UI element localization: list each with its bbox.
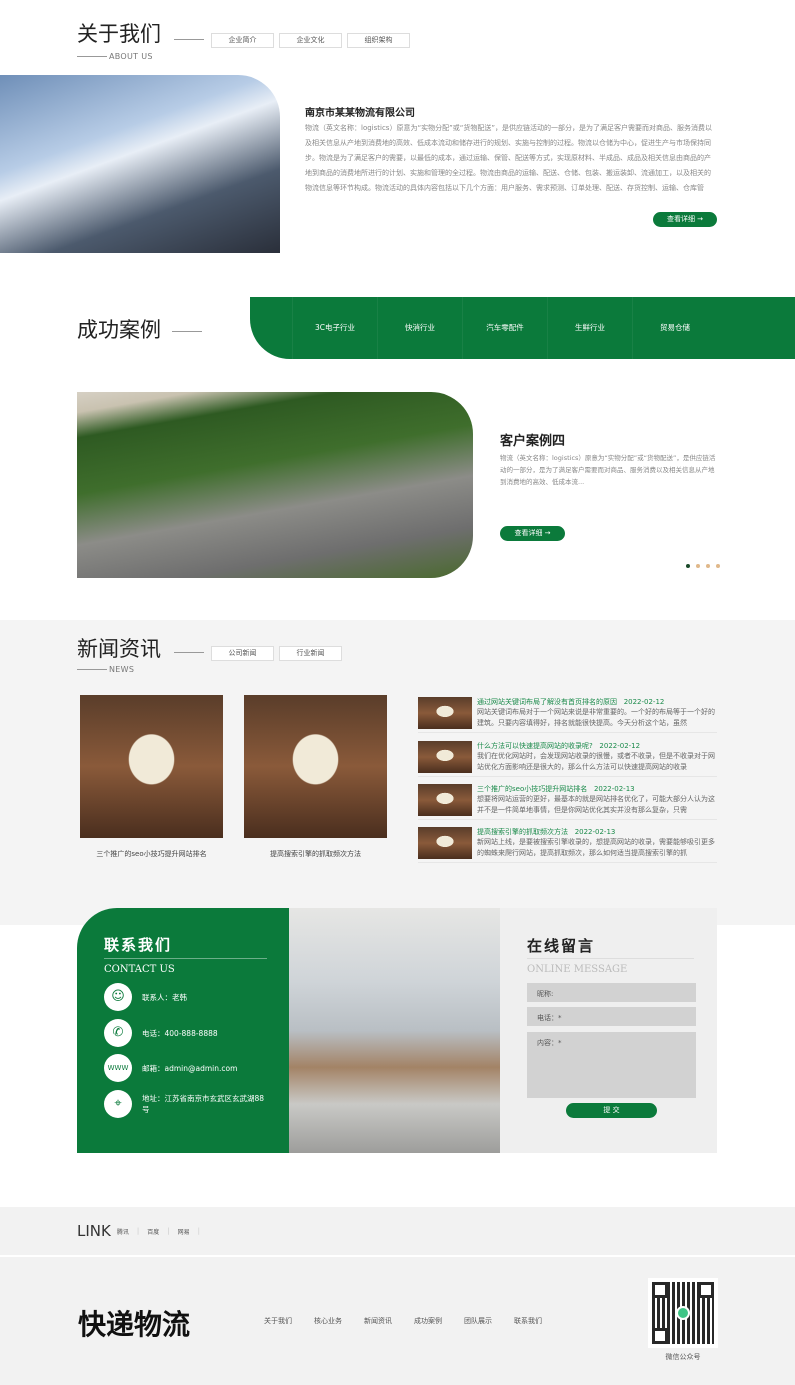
links-title: LINK xyxy=(77,1222,111,1240)
case-category-auto[interactable]: 汽车零配件 xyxy=(462,297,547,359)
tab-industry-news[interactable]: 行业新闻 xyxy=(279,646,342,661)
news-thumbnail xyxy=(418,784,472,816)
about-subtitle: ABOUT US xyxy=(109,52,153,61)
link-tencent[interactable]: 腾讯 xyxy=(117,1227,129,1236)
slider-dot[interactable] xyxy=(716,564,720,568)
slider-dot[interactable] xyxy=(706,564,710,568)
web-icon: WWW xyxy=(104,1054,132,1082)
news-card-caption[interactable]: 提高搜索引擎的抓取频次方法 xyxy=(244,849,387,859)
footer-nav-business[interactable]: 核心业务 xyxy=(314,1316,342,1326)
news-thumbnail xyxy=(418,697,472,729)
news-item-desc: 网站关键词布局对于一个网站来说是非常重要的。一个好的布局等于一个好的建筑。只要内… xyxy=(477,708,715,727)
footer-nav-news[interactable]: 新闻资讯 xyxy=(364,1316,392,1326)
message-subtitle: ONLINE MESSAGE xyxy=(527,964,628,975)
about-title: 关于我们 xyxy=(77,22,161,46)
news-card-image[interactable] xyxy=(244,695,387,838)
case-category-fmcg[interactable]: 快消行业 xyxy=(377,297,462,359)
about-image xyxy=(0,75,280,253)
phone-icon: ✆ xyxy=(104,1019,132,1047)
divider xyxy=(174,39,204,40)
submit-button[interactable]: 提 交 xyxy=(566,1103,657,1118)
news-list-item[interactable]: 提高搜索引擎的抓取频次方法 2022-02-13 新网站上线，是要被搜索引擎收录… xyxy=(418,827,717,863)
slider-dot-active[interactable] xyxy=(686,564,690,568)
tab-org-structure[interactable]: 组织架构 xyxy=(347,33,410,48)
footer-nav-contact[interactable]: 联系我们 xyxy=(514,1316,542,1326)
news-card-image[interactable] xyxy=(80,695,223,838)
news-thumbnail xyxy=(418,741,472,773)
news-item-desc: 我们在优化网站时，会发现网站收录的很慢，或者不收录，但是不收录对于网站优化方面影… xyxy=(477,752,715,771)
tab-company-news[interactable]: 公司新闻 xyxy=(211,646,274,661)
news-item-desc: 新网站上线，是要被搜索引擎收录的，想提高网站的收录，需要能够吸引更多的蜘蛛来爬行… xyxy=(477,838,715,857)
footer-nav: 关于我们 核心业务 新闻资讯 成功案例 团队展示 联系我们 xyxy=(264,1316,564,1326)
slider-dot[interactable] xyxy=(696,564,700,568)
tab-company-culture[interactable]: 企业文化 xyxy=(279,33,342,48)
news-item-desc: 想要将网站运营的更好，最基本的就是网站排名优化了，可能大部分人认为这并不是一件简… xyxy=(477,795,715,814)
footer-nav-team[interactable]: 团队展示 xyxy=(464,1316,492,1326)
nickname-input[interactable]: 昵称: xyxy=(527,983,696,1002)
case-more-button[interactable]: 查看详细 → xyxy=(500,526,565,541)
phone-input[interactable]: 电话：* xyxy=(527,1007,696,1026)
footer-nav-about[interactable]: 关于我们 xyxy=(264,1316,292,1326)
office-image xyxy=(289,908,500,1153)
divider xyxy=(174,652,204,653)
divider xyxy=(77,669,107,670)
person-icon: ☺ xyxy=(104,983,132,1011)
about-more-button[interactable]: 查看详细 → xyxy=(653,212,717,227)
case-title: 客户案例四 xyxy=(500,434,566,449)
content-textarea[interactable]: 内容：* xyxy=(527,1032,696,1098)
divider xyxy=(104,958,267,959)
footer-nav-cases[interactable]: 成功案例 xyxy=(414,1316,442,1326)
contact-title: 联系我们 xyxy=(104,936,173,954)
news-item-title[interactable]: 通过网站关键词布局了解没有首页排名的原因 2022-02-12 xyxy=(477,697,664,707)
news-item-title[interactable]: 什么方法可以快速提高网站的收录呢? 2022-02-12 xyxy=(477,741,640,751)
company-name: 南京市某某物流有限公司 xyxy=(305,108,415,119)
case-category-3c[interactable]: 3C电子行业 xyxy=(292,297,377,359)
case-text: 物流（英文名称：logistics）原意为“实物分配”或“货物配送”，是供应链活… xyxy=(500,454,716,486)
divider xyxy=(77,56,107,57)
about-text: 物流（英文名称：logistics）原意为“实物分配”或“货物配送”，是供应链活… xyxy=(305,124,712,192)
news-title: 新闻资讯 xyxy=(77,637,161,661)
contact-phone: 电话：400-888-8888 xyxy=(142,1029,218,1038)
case-category-bar: 3C电子行业 快消行业 汽车零配件 生鲜行业 贸易仓储 xyxy=(250,297,795,359)
case-image xyxy=(77,392,473,578)
news-list-item[interactable]: 通过网站关键词布局了解没有首页排名的原因 2022-02-12 网站关键词布局对… xyxy=(418,697,717,733)
slider-dots xyxy=(686,564,720,568)
contact-email: 邮箱：admin@admin.com xyxy=(142,1064,238,1073)
case-category-fresh[interactable]: 生鲜行业 xyxy=(547,297,632,359)
divider xyxy=(172,331,202,332)
news-list-item[interactable]: 什么方法可以快速提高网站的收录呢? 2022-02-12 我们在优化网站时，会发… xyxy=(418,741,717,777)
contact-person: 联系人：老韩 xyxy=(142,993,187,1002)
news-item-title[interactable]: 提高搜索引擎的抓取频次方法 2022-02-13 xyxy=(477,827,615,837)
footer-logo[interactable]: 快递物流 xyxy=(78,1303,190,1343)
qr-code xyxy=(648,1278,718,1348)
news-card-caption[interactable]: 三个推广的seo小技巧提升网站排名 xyxy=(80,849,223,859)
message-title: 在线留言 xyxy=(527,937,596,955)
news-thumbnail xyxy=(418,827,472,859)
links-bar: LINK 腾讯 | 百度 | 网易 | xyxy=(0,1207,795,1255)
contact-address: 地址：江苏省南京市玄武区玄武湖88号 xyxy=(142,1094,265,1114)
news-item-title[interactable]: 三个推广的seo小技巧提升网站排名 2022-02-13 xyxy=(477,784,635,794)
contact-subtitle: CONTACT US xyxy=(104,964,175,975)
news-subtitle: NEWS xyxy=(109,665,135,674)
case-category-trade[interactable]: 贸易仓储 xyxy=(632,297,717,359)
location-icon: ⌖ xyxy=(104,1090,132,1118)
news-list-item[interactable]: 三个推广的seo小技巧提升网站排名 2022-02-13 想要将网站运营的更好，… xyxy=(418,784,717,820)
cases-title: 成功案例 xyxy=(77,318,161,342)
divider xyxy=(527,958,694,959)
tab-company-intro[interactable]: 企业简介 xyxy=(211,33,274,48)
link-netease[interactable]: 网易 xyxy=(178,1227,190,1236)
link-baidu[interactable]: 百度 xyxy=(147,1227,159,1236)
qr-label: 微信公众号 xyxy=(665,1353,701,1361)
